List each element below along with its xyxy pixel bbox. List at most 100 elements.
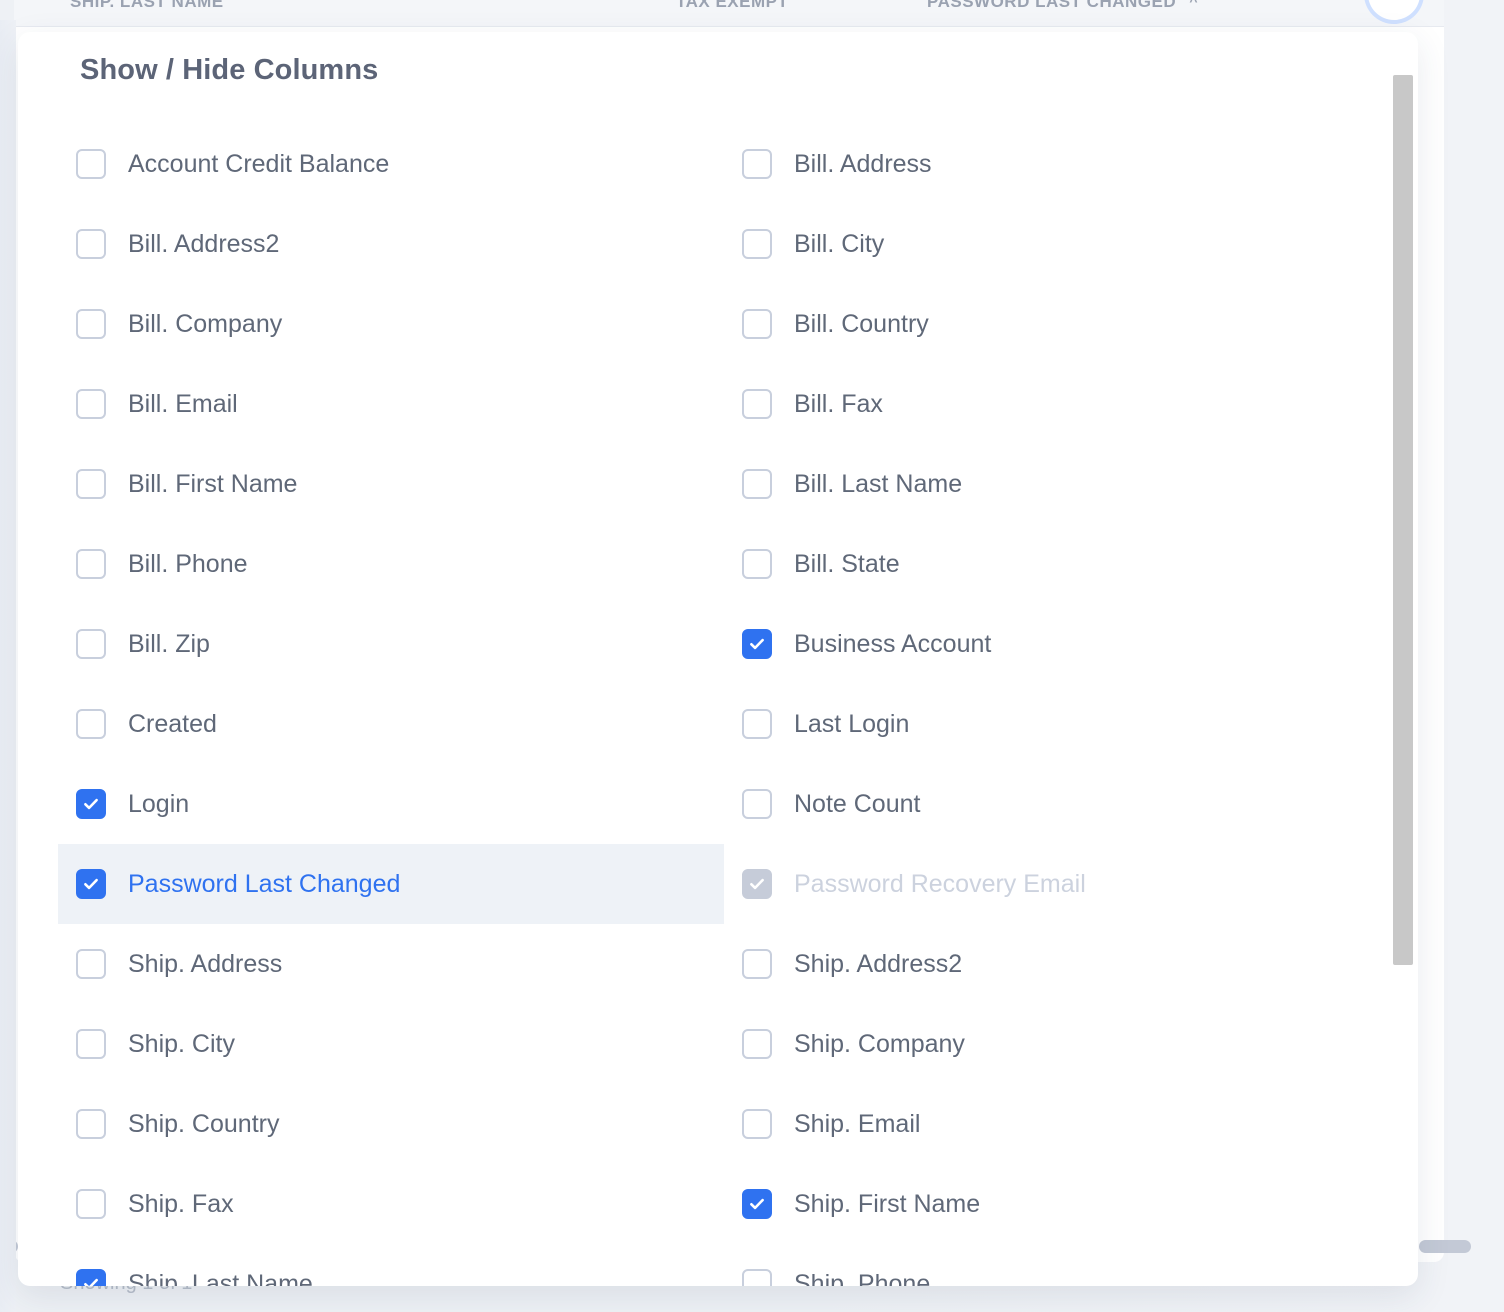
column-toggle-row[interactable]: Ship. City	[58, 1004, 724, 1084]
column-toggle-row[interactable]: Ship. Address2	[724, 924, 1384, 1004]
column-toggle-row[interactable]: Ship. Phone	[724, 1244, 1384, 1286]
column-toggle-row[interactable]: Ship. Company	[724, 1004, 1384, 1084]
column-toggle-row[interactable]: Last Login	[724, 684, 1384, 764]
checkbox-unchecked-icon[interactable]	[76, 229, 106, 259]
column-toggle-label: Ship. Fax	[128, 1189, 234, 1218]
checkbox-checked-icon[interactable]	[76, 869, 106, 899]
column-toggle-label: Note Count	[794, 789, 921, 818]
checkbox-checked-icon	[742, 869, 772, 899]
column-toggle-label: Bill. Country	[794, 309, 929, 338]
column-toggle-label: Last Login	[794, 709, 910, 738]
column-toggle-row[interactable]: Bill. Email	[58, 364, 724, 444]
checkbox-unchecked-icon[interactable]	[742, 1029, 772, 1059]
column-toggle-row[interactable]: Bill. Fax	[724, 364, 1384, 444]
column-toggle-row[interactable]: Ship. Email	[724, 1084, 1384, 1164]
column-toggle-row[interactable]: Note Count	[724, 764, 1384, 844]
column-toggle-label: Ship. Address2	[794, 949, 963, 978]
column-toggle-label: Ship. Last Name	[128, 1269, 313, 1286]
checkbox-unchecked-icon[interactable]	[742, 949, 772, 979]
column-toggle-row[interactable]: Bill. Address	[724, 124, 1384, 204]
column-toggle-label: Created	[128, 709, 217, 738]
column-toggle-label: Ship. First Name	[794, 1189, 981, 1218]
checkbox-checked-icon[interactable]	[76, 789, 106, 819]
column-header-ship-last-name[interactable]: SHIP. LAST NAME	[70, 0, 224, 12]
column-toggle-label: Bill. Fax	[794, 389, 883, 418]
column-toggle-row[interactable]: Ship. Last Name	[58, 1244, 724, 1286]
column-header-label: SHIP. LAST NAME	[70, 0, 224, 11]
column-toggle-row: Password Recovery Email	[724, 844, 1384, 924]
checkbox-unchecked-icon[interactable]	[76, 149, 106, 179]
dialog-body: Account Credit Balance Bill. Address2 Bill…	[18, 124, 1418, 1286]
checkbox-checked-icon[interactable]	[742, 629, 772, 659]
column-toggle-label: Bill. Company	[128, 309, 283, 338]
column-toggle-row[interactable]: Account Credit Balance	[58, 124, 724, 204]
column-toggle-row[interactable]: Business Account	[724, 604, 1384, 684]
checkbox-unchecked-icon[interactable]	[76, 309, 106, 339]
column-toggle-label: Bill. State	[794, 549, 900, 578]
dialog-title: Show / Hide Columns	[80, 54, 379, 86]
column-toggle-label: Ship. Country	[128, 1109, 280, 1138]
checkbox-checked-icon[interactable]	[76, 1269, 106, 1286]
checkbox-unchecked-icon[interactable]	[742, 709, 772, 739]
column-toggle-row[interactable]: Bill. First Name	[58, 444, 724, 524]
column-toggle-row[interactable]: Bill. Last Name	[724, 444, 1384, 524]
column-header-label: PASSWORD LAST CHANGED	[927, 0, 1177, 11]
checkbox-unchecked-icon[interactable]	[76, 1029, 106, 1059]
checkbox-unchecked-icon[interactable]	[76, 469, 106, 499]
checkbox-unchecked-icon[interactable]	[76, 1189, 106, 1219]
column-toggle-row[interactable]: Bill. State	[724, 524, 1384, 604]
column-toggle-row[interactable]: Bill. Company	[58, 284, 724, 364]
checkbox-unchecked-icon[interactable]	[76, 629, 106, 659]
checkbox-unchecked-icon[interactable]	[76, 1109, 106, 1139]
column-toggle-row[interactable]: Bill. Phone	[58, 524, 724, 604]
checkbox-unchecked-icon[interactable]	[742, 469, 772, 499]
column-toggle-row[interactable]: Bill. Country	[724, 284, 1384, 364]
checkbox-unchecked-icon[interactable]	[76, 549, 106, 579]
column-toggle-label: Bill. First Name	[128, 469, 298, 498]
checkbox-unchecked-icon[interactable]	[742, 1269, 772, 1286]
column-header-password-last-changed[interactable]: PASSWORD LAST CHANGED ^	[927, 0, 1198, 12]
column-toggle-label: Ship. City	[128, 1029, 235, 1058]
column-toggle-row[interactable]: Bill. Address2	[58, 204, 724, 284]
column-toggle-label: Bill. Address	[794, 149, 932, 178]
column-header-label: TAX EXEMPT	[676, 0, 789, 11]
horizontal-scrollbar-thumb-right[interactable]	[1419, 1240, 1471, 1253]
column-toggle-label: Business Account	[794, 629, 992, 658]
checkbox-unchecked-icon[interactable]	[76, 949, 106, 979]
checkbox-unchecked-icon[interactable]	[742, 1109, 772, 1139]
column-toggle-label: Ship. Address	[128, 949, 283, 978]
screen: SHIP. LAST NAME TAX EXEMPT PASSWORD LAST…	[0, 0, 1504, 1312]
checkbox-checked-icon[interactable]	[742, 1189, 772, 1219]
column-toggle-row[interactable]: Password Last Changed	[58, 844, 724, 924]
checkbox-unchecked-icon[interactable]	[76, 389, 106, 419]
column-toggle-label: Login	[128, 789, 190, 818]
show-hide-columns-dialog: Show / Hide Columns Account Credit Balan…	[18, 32, 1418, 1286]
column-toggle-row[interactable]: Ship. Country	[58, 1084, 724, 1164]
checkbox-unchecked-icon[interactable]	[742, 549, 772, 579]
checkbox-unchecked-icon[interactable]	[742, 389, 772, 419]
checkbox-unchecked-icon[interactable]	[742, 309, 772, 339]
column-toggle-row[interactable]: Ship. Fax	[58, 1164, 724, 1244]
column-toggle-label: Bill. City	[794, 229, 885, 258]
column-toggle-label: Bill. Last Name	[794, 469, 963, 498]
column-toggle-label: Ship. Email	[794, 1109, 921, 1138]
checkbox-unchecked-icon[interactable]	[742, 149, 772, 179]
column-toggle-row[interactable]: Bill. Zip	[58, 604, 724, 684]
column-toggle-row[interactable]: Ship. First Name	[724, 1164, 1384, 1244]
column-toggle-label: Bill. Address2	[128, 229, 280, 258]
checkbox-unchecked-icon[interactable]	[742, 229, 772, 259]
page-left-edge	[0, 20, 16, 1312]
column-toggle-label: Account Credit Balance	[128, 149, 390, 178]
column-header-tax-exempt[interactable]: TAX EXEMPT	[676, 0, 788, 12]
column-toggle-label: Bill. Phone	[128, 549, 248, 578]
checkbox-unchecked-icon[interactable]	[742, 789, 772, 819]
dialog-vertical-scrollbar-thumb[interactable]	[1393, 75, 1413, 965]
column-toggle-label: Ship. Phone	[794, 1269, 931, 1286]
column-toggle-row[interactable]: Login	[58, 764, 724, 844]
sort-ascending-icon: ^	[1189, 0, 1199, 9]
checkbox-unchecked-icon[interactable]	[76, 709, 106, 739]
column-toggle-row[interactable]: Bill. City	[724, 204, 1384, 284]
column-toggle-row[interactable]: Ship. Address	[58, 924, 724, 1004]
column-toggle-label: Password Last Changed	[128, 869, 401, 898]
column-toggle-row[interactable]: Created	[58, 684, 724, 764]
